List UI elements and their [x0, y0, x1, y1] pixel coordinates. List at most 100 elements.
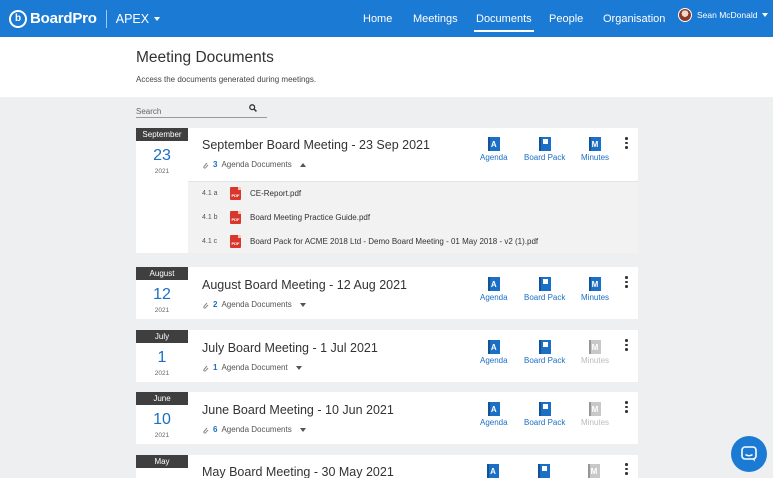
org-switcher[interactable]: APEX	[116, 12, 161, 26]
minutes-button: M Minutes	[581, 340, 609, 365]
agenda-book-icon: A	[487, 137, 500, 151]
doc-count: 1	[213, 363, 218, 372]
search-input[interactable]	[136, 104, 244, 119]
chevron-down-icon	[295, 365, 302, 370]
top-nav-bar: b BoardPro APEX Home Meetings Documents …	[0, 0, 773, 37]
more-options-icon[interactable]	[625, 137, 628, 149]
list-item[interactable]: 4.1 c PDF Board Pack for ACME 2018 Ltd -…	[202, 235, 538, 248]
date-month: August	[136, 267, 188, 280]
nav-meetings[interactable]: Meetings	[413, 0, 458, 37]
meeting-title[interactable]: July Board Meeting - 1 Jul 2021	[202, 341, 378, 355]
minutes-button: M	[588, 464, 600, 478]
date-tile: September 23 2021	[136, 128, 188, 253]
meeting-card: July Board Meeting - 1 Jul 2021 1 Agenda…	[188, 330, 638, 382]
board-pack-label: Board Pack	[524, 293, 566, 302]
minutes-label: Minutes	[581, 153, 610, 162]
date-day: 23	[153, 147, 171, 164]
chevron-down-icon	[154, 16, 161, 21]
more-options-icon[interactable]	[625, 276, 628, 288]
more-options-icon[interactable]	[625, 401, 628, 413]
agenda-docs-toggle[interactable]: 3 Agenda Documents	[202, 160, 306, 169]
doc-number: 4.1 c	[202, 238, 218, 245]
date-year: 2021	[154, 432, 170, 439]
page-title: Meeting Documents	[136, 49, 274, 66]
agenda-book-icon: A	[487, 402, 500, 416]
chevron-down-icon	[299, 427, 306, 432]
search-icon[interactable]	[249, 104, 257, 112]
agenda-button[interactable]: A Agenda	[480, 137, 508, 162]
meeting-card: June Board Meeting - 10 Jun 2021 6 Agend…	[188, 392, 638, 444]
minutes-button[interactable]: M Minutes	[581, 277, 609, 302]
boardpro-logo[interactable]: b BoardPro	[9, 9, 97, 28]
agenda-label: Agenda	[480, 293, 508, 302]
doc-label: Agenda Documents	[221, 425, 292, 434]
date-year: 2021	[154, 168, 170, 175]
doc-name: Board Pack for ACME 2018 Ltd - Demo Boar…	[250, 237, 539, 246]
doc-count: 6	[213, 425, 218, 434]
nav-home[interactable]: Home	[363, 0, 392, 37]
user-menu[interactable]: Sean McDonald	[678, 8, 769, 22]
date-day: 10	[153, 411, 171, 428]
agenda-docs-toggle[interactable]: 6 Agenda Documents	[202, 425, 306, 434]
meeting-title[interactable]: May Board Meeting - 30 May 2021	[202, 465, 394, 478]
meeting-title[interactable]: June Board Meeting - 10 Jun 2021	[202, 403, 394, 417]
board-pack-icon	[538, 402, 551, 416]
meeting-card: May Board Meeting - 30 May 2021 A M	[188, 455, 638, 478]
agenda-button[interactable]: A	[487, 464, 499, 478]
doc-label: Agenda Documents	[221, 160, 292, 169]
board-pack-button[interactable]: Board Pack	[524, 277, 565, 302]
meeting-title[interactable]: August Board Meeting - 12 Aug 2021	[202, 278, 407, 292]
paperclip-icon	[203, 162, 209, 169]
agenda-docs-toggle[interactable]: 2 Agenda Documents	[202, 300, 306, 309]
nav-documents[interactable]: Documents	[474, 0, 534, 37]
avatar	[678, 8, 692, 22]
board-pack-label: Board Pack	[524, 153, 566, 162]
doc-count: 3	[213, 160, 218, 169]
chat-icon	[741, 446, 757, 462]
list-item[interactable]: 4.1 a PDF CE-Report.pdf	[202, 187, 301, 200]
agenda-label: Agenda	[480, 153, 508, 162]
doc-number: 4.1 a	[202, 190, 218, 197]
board-pack-icon	[538, 277, 551, 291]
date-year: 2021	[154, 307, 170, 314]
date-tile: July 1 2021	[136, 330, 188, 382]
date-year: 2021	[154, 370, 170, 377]
agenda-button[interactable]: A Agenda	[480, 277, 508, 302]
nav-people[interactable]: People	[549, 0, 583, 37]
minutes-label: Minutes	[581, 293, 610, 302]
search-box	[136, 101, 267, 119]
agenda-button[interactable]: A Agenda	[480, 340, 508, 365]
chevron-down-icon	[762, 13, 769, 17]
chevron-up-icon	[299, 162, 306, 167]
chat-launcher-button[interactable]	[731, 436, 767, 472]
date-day: 12	[153, 286, 171, 303]
meeting-card: September Board Meeting - 23 Sep 2021 3 …	[188, 128, 638, 181]
minutes-button: M Minutes	[581, 402, 609, 427]
board-pack-button[interactable]: Board Pack	[524, 137, 565, 162]
pdf-icon: PDF	[230, 235, 241, 248]
date-day: 1	[157, 349, 167, 366]
agenda-docs-toggle[interactable]: 1 Agenda Document	[202, 363, 302, 372]
meeting-title[interactable]: September Board Meeting - 23 Sep 2021	[202, 138, 430, 152]
agenda-button[interactable]: A Agenda	[480, 402, 508, 427]
more-options-icon[interactable]	[625, 463, 628, 475]
minutes-button[interactable]: M Minutes	[581, 137, 609, 162]
minutes-label: Minutes	[581, 356, 610, 365]
board-pack-button[interactable]: Board Pack	[524, 402, 565, 427]
user-name: Sean McDonald	[697, 10, 758, 20]
doc-label: Agenda Documents	[221, 300, 292, 309]
board-pack-label: Board Pack	[524, 418, 566, 427]
nav-organisation[interactable]: Organisation	[603, 0, 665, 37]
logo-mark-icon: b	[9, 9, 27, 28]
board-pack-button[interactable]: Board Pack	[524, 340, 565, 365]
expanded-doc-list: 4.1 a PDF CE-Report.pdf 4.1 b PDF Board …	[188, 181, 638, 253]
date-tile: August 12 2021	[136, 267, 188, 319]
doc-number: 4.1 b	[202, 214, 218, 221]
board-pack-button[interactable]	[538, 464, 550, 478]
board-pack-icon	[538, 464, 550, 478]
date-month: September	[136, 128, 188, 141]
more-options-icon[interactable]	[625, 339, 628, 351]
list-item[interactable]: 4.1 b PDF Board Meeting Practice Guide.p…	[202, 211, 370, 224]
minutes-book-icon: M	[589, 137, 601, 151]
pdf-icon: PDF	[230, 211, 241, 224]
